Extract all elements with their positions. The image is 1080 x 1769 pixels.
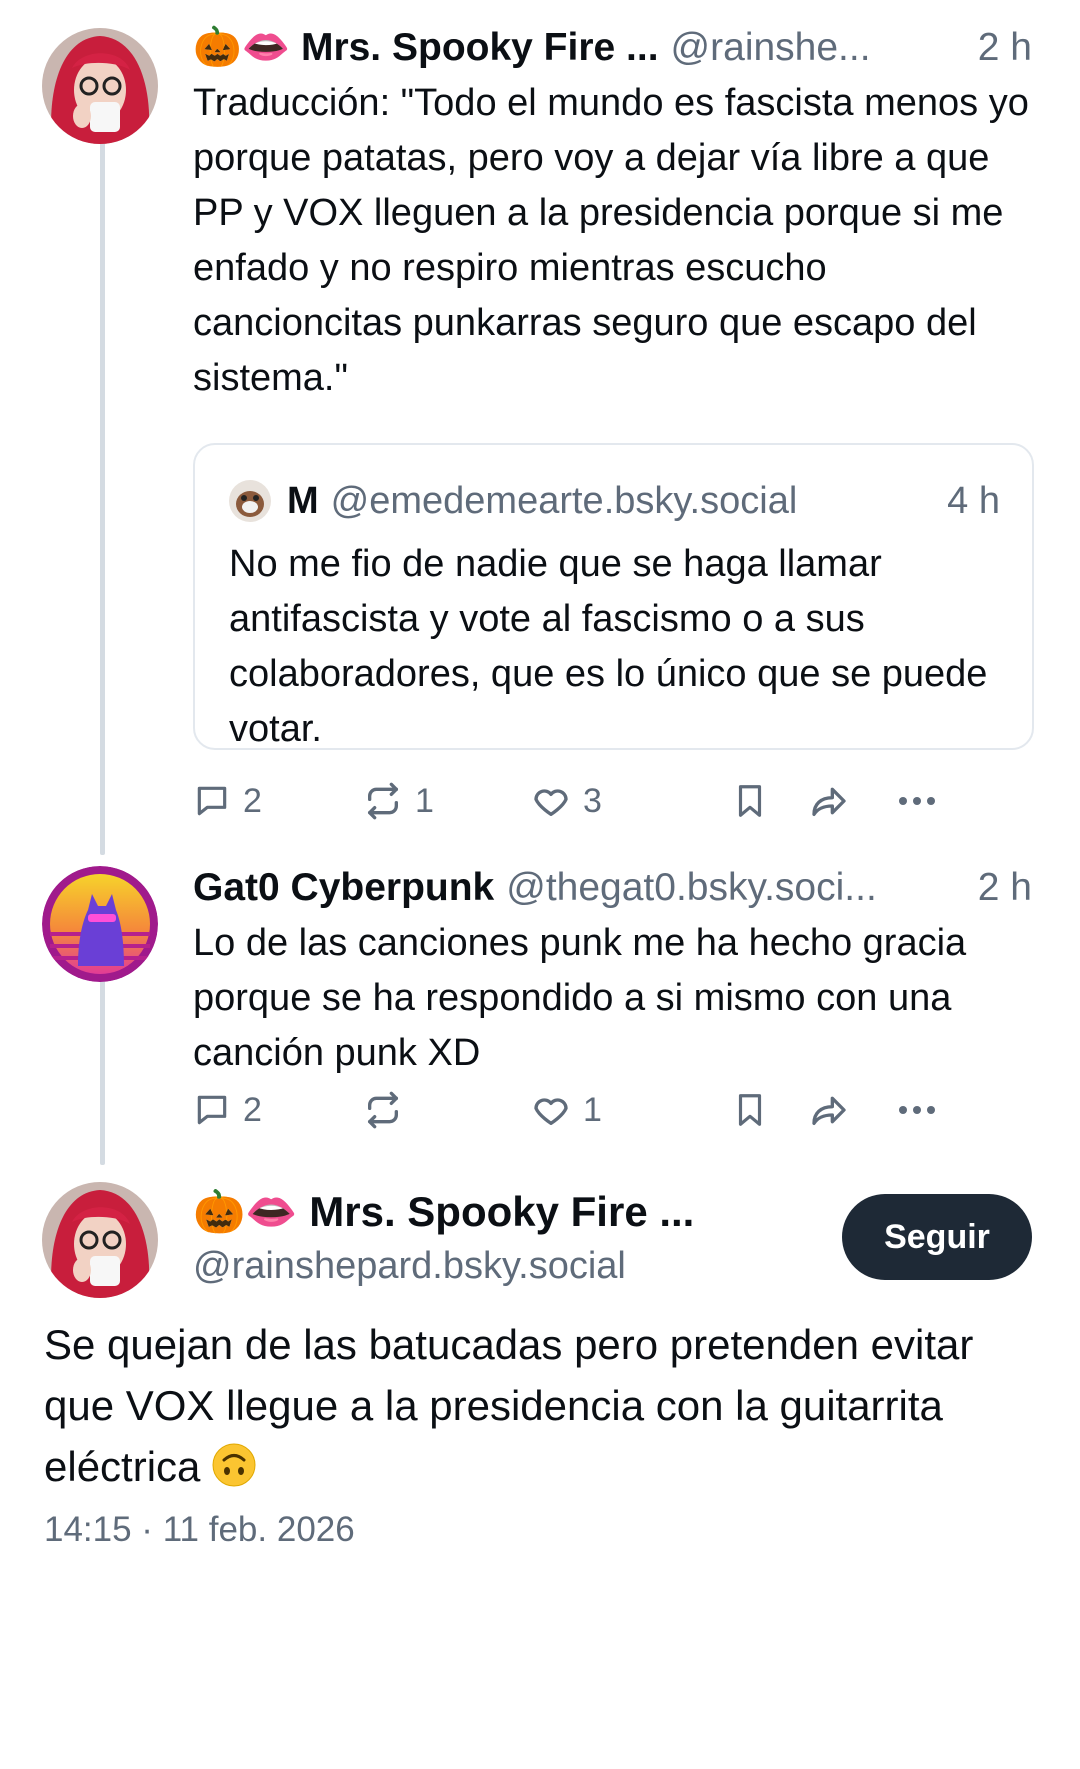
display-name[interactable]: Gat0 Cyberpunk (193, 862, 494, 914)
display-name[interactable]: 🎃👄 Mrs. Spooky Fire ... (193, 1186, 800, 1238)
bookmark-button[interactable] (731, 1091, 809, 1129)
post-content[interactable]: Gat0 Cyberpunk @thegat0.bsky.soci... 2 h… (193, 862, 1032, 1081)
repost-button[interactable]: 1 (363, 781, 531, 821)
quote-time: 4 h (947, 480, 1000, 522)
quote-display-name: M (287, 480, 319, 522)
reply-button[interactable]: 2 (193, 1091, 363, 1130)
more-icon (899, 1106, 935, 1114)
share-icon (812, 787, 846, 816)
reply-count: 2 (243, 781, 262, 820)
main-post-author: 🎃👄 Mrs. Spooky Fire ... @rainshepard.bsk… (193, 1186, 800, 1292)
avatar[interactable] (42, 28, 158, 144)
bookmark-icon (738, 1094, 762, 1126)
handle[interactable]: @rainshepard.bsky.social (193, 1240, 800, 1292)
reply-count: 2 (243, 1090, 262, 1129)
handle[interactable]: @rainshe... (671, 22, 871, 74)
thread-view: 🎃👄 Mrs. Spooky Fire ... @rainshe... 2 h … (0, 0, 1080, 1769)
more-options-button[interactable] (887, 795, 937, 807)
quote-text: No me fio de nadie que se haga llamar an… (229, 543, 988, 750)
heart-icon (534, 789, 568, 816)
post-header: 🎃👄 Mrs. Spooky Fire ... @rainshe... 2 h (193, 22, 1032, 74)
bookmark-button[interactable] (731, 782, 809, 820)
avatar[interactable] (42, 1182, 158, 1298)
avatar[interactable] (42, 866, 158, 982)
post-content[interactable]: 🎃👄 Mrs. Spooky Fire ... @rainshe... 2 h … (193, 22, 1032, 406)
share-button[interactable] (809, 1090, 887, 1130)
post-text: Lo de las canciones punk me ha hecho gra… (193, 922, 967, 1074)
repost-icon (368, 1091, 398, 1129)
post-actions: 2 1 (193, 1082, 1032, 1138)
repost-count: 1 (415, 781, 434, 820)
main-post-body: Se quejan de las batucadas pero pretende… (44, 1321, 974, 1490)
share-button[interactable] (809, 781, 887, 821)
like-button[interactable]: 3 (531, 781, 731, 821)
post-time[interactable]: 2 h (960, 862, 1032, 914)
reply-button[interactable]: 2 (193, 782, 363, 821)
thread-line (100, 140, 105, 855)
display-name[interactable]: 🎃👄 Mrs. Spooky Fire ... (193, 22, 659, 74)
main-post-text: Se quejan de las batucadas pero pretende… (44, 1314, 1040, 1503)
reply-icon (197, 786, 227, 816)
like-count: 3 (583, 781, 602, 820)
more-options-button[interactable] (887, 1104, 937, 1116)
quote-handle: @emedemearte.bsky.social (330, 480, 798, 522)
like-button[interactable]: 1 (531, 1090, 731, 1130)
quote-card[interactable]: M @emedemearte.bsky.social 4 h No me fio… (193, 443, 1034, 750)
quote-avatar (229, 480, 271, 522)
share-icon (812, 1096, 846, 1125)
post-actions: 2 1 3 (193, 773, 1032, 829)
post-header: Gat0 Cyberpunk @thegat0.bsky.soci... 2 h (193, 862, 1032, 914)
quote-header: M @emedemearte.bsky.social 4 h (229, 475, 1000, 527)
post-time[interactable]: 2 h (960, 22, 1032, 74)
post-timestamp[interactable]: 14:15 · 11 feb. 2026 (44, 1510, 355, 1550)
repost-icon (368, 782, 398, 820)
more-icon (899, 797, 935, 805)
bookmark-icon (738, 785, 762, 817)
reply-icon (197, 1095, 227, 1125)
handle[interactable]: @thegat0.bsky.soci... (506, 862, 877, 914)
repost-button[interactable] (363, 1090, 531, 1130)
like-count: 1 (583, 1090, 602, 1129)
follow-button[interactable]: Seguir (842, 1194, 1032, 1280)
post-text: Traducción: "Todo el mundo es fascista m… (193, 82, 1029, 399)
upside-down-face-icon (212, 1442, 256, 1503)
heart-icon (534, 1098, 568, 1125)
thread-line (100, 980, 105, 1165)
